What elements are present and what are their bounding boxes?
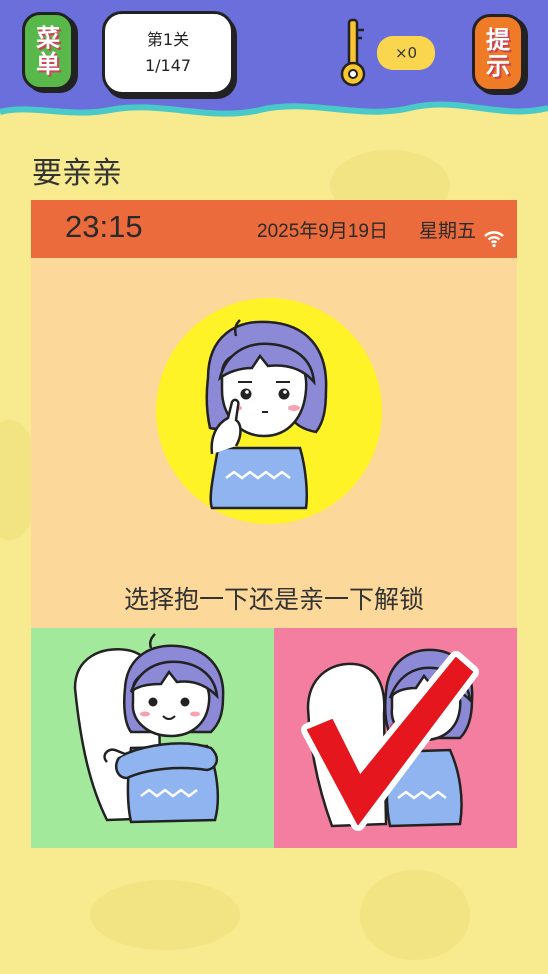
header-wave [0,0,548,117]
avatar [156,298,382,524]
hint-button[interactable]: 提 示 [472,14,524,92]
level-label: 第1关 [146,30,190,49]
wifi-icon [484,231,504,248]
level-progress: 1/147 [144,56,192,75]
kiss-choice-button[interactable] [274,628,517,848]
instruction-text: 选择抱一下还是亲一下解锁 [123,585,424,614]
hug-illustration [73,633,225,824]
phone-screen: 23:15 2025年9月19日 星期五 选择抱一下还是亲一下解锁 [31,200,517,848]
key-icon [340,18,366,87]
top-bar: 菜 单 第1关 1/147 ×0 提 示 [0,0,548,130]
puzzle-title: 要亲亲 [32,156,122,191]
menu-button-label: 菜 [36,24,60,52]
status-weekday: 星期五 [419,220,477,242]
menu-button-label: 单 [36,50,60,78]
hint-button-label: 提 [486,26,510,54]
background-pattern [360,870,470,960]
checkmark-icon [301,651,479,831]
menu-button[interactable]: 菜 单 [22,12,74,90]
hint-button-label: 示 [486,52,510,80]
hug-choice-button[interactable] [31,628,274,848]
level-indicator: 第1关 1/147 [102,11,234,95]
status-date: 2025年9月19日 [257,221,388,242]
key-count-badge: ×0 [377,36,435,70]
status-bar: 23:15 2025年9月19日 星期五 [31,200,517,258]
status-time: 23:15 [65,209,143,244]
background-pattern [90,880,240,950]
girl-thinking-illustration [205,319,328,510]
